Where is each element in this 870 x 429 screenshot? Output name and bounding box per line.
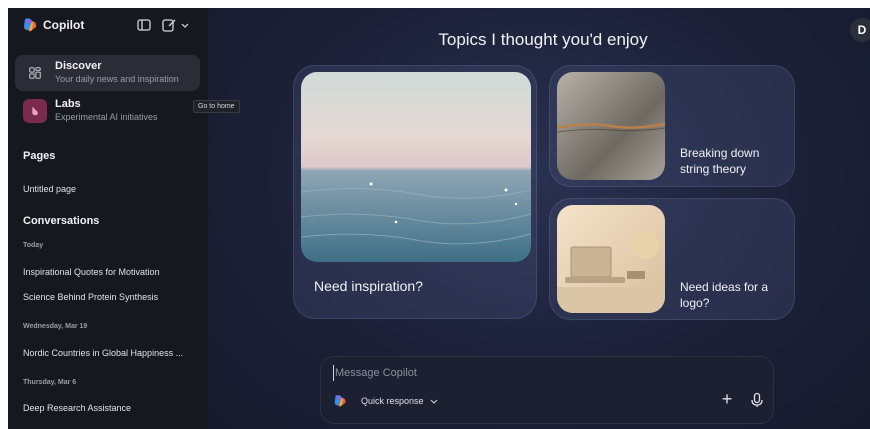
- new-chat-icon[interactable]: [161, 17, 177, 33]
- message-composer: Quick response +: [320, 356, 774, 424]
- card-string-theory-title: Breaking down string theory: [680, 146, 760, 176]
- string-theory-image: [557, 72, 665, 180]
- conversation-item[interactable]: Inspirational Quotes for Motivation: [23, 267, 160, 277]
- card-need-inspiration-title: Need inspiration?: [314, 278, 423, 294]
- conversation-item[interactable]: Nordic Countries in Global Happiness ...: [23, 348, 183, 358]
- pages-heading: Pages: [23, 150, 56, 162]
- ocean-image: [301, 72, 531, 262]
- nav-discover-subtitle: Your daily news and inspiration: [55, 74, 179, 84]
- chevron-down-icon: [430, 399, 437, 404]
- add-attachment-icon[interactable]: +: [719, 390, 735, 408]
- labs-icon: [23, 99, 47, 123]
- discover-icon: [23, 61, 47, 85]
- microphone-icon[interactable]: [749, 392, 765, 408]
- tooltip-go-to-home: Go to home: [193, 100, 240, 113]
- sidebar-toggle-icon[interactable]: [136, 17, 152, 33]
- nav-labs[interactable]: Labs Experimental AI initiatives: [15, 93, 200, 129]
- chevron-down-icon[interactable]: [180, 17, 190, 33]
- card-need-inspiration[interactable]: Need inspiration?: [293, 65, 537, 319]
- sidebar: Copilot Discover Your daily news and ins…: [8, 8, 240, 429]
- date-group-wednesday: Wednesday, Mar 19: [23, 323, 88, 330]
- page-item[interactable]: Untitled page: [23, 184, 76, 194]
- nav-labs-subtitle: Experimental AI initiatives: [55, 112, 158, 122]
- message-input[interactable]: [333, 365, 753, 381]
- card-logo-ideas-title: Need ideas for a logo?: [680, 280, 769, 310]
- date-group-today: Today: [23, 242, 44, 249]
- nav-discover[interactable]: Discover Your daily news and inspiration: [15, 55, 200, 91]
- main-area: D Topics I thought you'd enjoy Need insp…: [208, 8, 870, 429]
- page-title: Topics I thought you'd enjoy: [438, 30, 648, 49]
- copilot-logo-icon: [334, 395, 346, 407]
- mode-selector[interactable]: Quick response: [333, 393, 438, 409]
- app-title: Copilot: [43, 18, 85, 32]
- nav-discover-label: Discover: [55, 60, 102, 72]
- date-group-thursday: Thursday, Mar 6: [23, 379, 77, 386]
- mode-label: Quick response: [361, 396, 424, 406]
- card-logo-ideas[interactable]: Need ideas for a logo?: [549, 198, 795, 320]
- copilot-logo-icon: [24, 18, 37, 32]
- card-string-theory[interactable]: Breaking down string theory: [549, 65, 795, 187]
- desk-laptop-image: [557, 205, 665, 313]
- app-window: Copilot Discover Your daily news and ins…: [8, 8, 870, 429]
- conversation-item[interactable]: Deep Research Assistance: [23, 403, 131, 413]
- conversations-heading: Conversations: [23, 215, 100, 227]
- sidebar-header: Copilot: [8, 8, 208, 44]
- nav-labs-label: Labs: [55, 98, 81, 110]
- conversation-item[interactable]: Science Behind Protein Synthesis: [23, 292, 158, 302]
